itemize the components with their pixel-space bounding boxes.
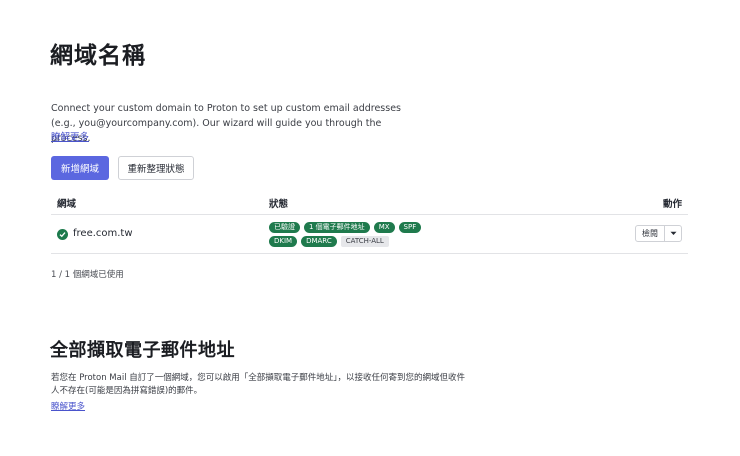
- domain-usage-count: 1 / 1 個網域已使用: [51, 270, 124, 280]
- catch-all-section-title: 全部擷取電子郵件地址: [50, 340, 235, 361]
- column-header-actions: 動作: [662, 199, 682, 210]
- status-badge-dmarc: DMARC: [301, 236, 337, 247]
- status-badge-catch-all: CATCH-ALL: [340, 236, 389, 247]
- domain-settings-page: 網域名稱 Connect your custom domain to Proto…: [0, 0, 740, 456]
- status-badge-spf: SPF: [398, 222, 422, 233]
- status-badges: 已驗證 1 個電子郵件地址 MX SPF DKIM DMARC CATCH-ALL: [269, 222, 529, 250]
- status-badge-addresses: 1 個電子郵件地址: [304, 222, 370, 233]
- catch-all-description: 若您在 Proton Mail 自訂了一個網域，您可以啟用「全部擷取電子郵件地址…: [51, 373, 466, 396]
- verified-check-icon: [57, 229, 68, 240]
- review-dropdown-button: 檢閱: [635, 225, 682, 242]
- chevron-down-icon[interactable]: [665, 226, 681, 241]
- domain-name: free.com.tw: [73, 228, 133, 239]
- page-description: Connect your custom domain to Proton to …: [51, 103, 401, 144]
- catch-all-learn-more-link[interactable]: 瞭解更多: [51, 400, 85, 412]
- status-badge-mx: MX: [373, 222, 395, 233]
- status-badge-verified: 已驗證: [269, 222, 300, 233]
- status-badge-dkim: DKIM: [269, 236, 298, 247]
- review-button[interactable]: 檢閱: [636, 226, 665, 241]
- domains-table: 網域 狀態 動作 free.com.tw 已驗證 1 個電子郵件地址 MX SPF D…: [51, 190, 688, 254]
- table-row: free.com.tw 已驗證 1 個電子郵件地址 MX SPF DKIM DMARC C…: [51, 215, 688, 254]
- column-header-domain: 網域: [57, 199, 77, 210]
- refresh-status-button[interactable]: 重新整理狀態: [118, 156, 194, 180]
- table-header: 網域 狀態 動作: [51, 190, 688, 215]
- column-header-status: 狀態: [269, 199, 289, 210]
- page-title: 網域名稱: [50, 43, 146, 69]
- add-domain-button[interactable]: 新增網域: [51, 156, 109, 180]
- learn-more-link[interactable]: 瞭解更多: [51, 129, 89, 143]
